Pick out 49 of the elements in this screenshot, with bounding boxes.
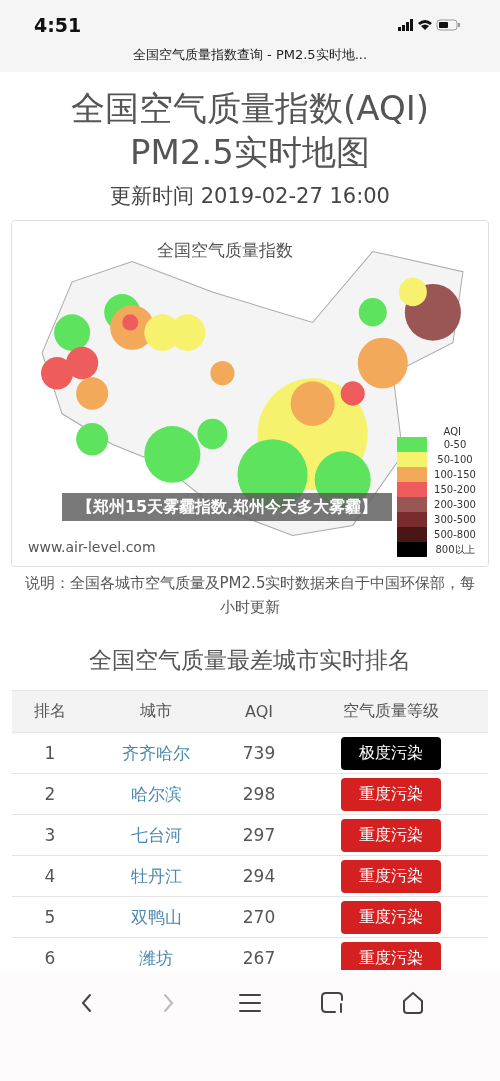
rank-cell-text: 6	[43, 948, 57, 968]
rank-cell-text: 3	[43, 825, 57, 845]
tabs-button[interactable]	[318, 990, 345, 1016]
legend-title: AQI	[443, 426, 461, 437]
grade-badge: 重度污染	[341, 777, 441, 811]
grade-badge: 极度污染	[341, 736, 441, 770]
clock-time: 4:51	[34, 14, 82, 36]
city-link[interactable]: 牡丹江	[130, 865, 182, 886]
aqi-cell-text: 294	[241, 866, 277, 886]
city-link[interactable]: 双鸭山	[130, 906, 182, 927]
aqi-cell-text: 267	[241, 948, 277, 968]
aqi-cell-text: 298	[241, 784, 277, 804]
column-header: 城市	[139, 701, 173, 722]
rank-cell-text: 4	[43, 866, 57, 886]
column-header: 空气质量等级	[342, 701, 440, 722]
grade-badge: 重度污染	[341, 818, 441, 852]
legend-label: 150-200	[433, 484, 477, 495]
ranking-title: 全国空气质量最差城市实时排名	[89, 646, 411, 675]
signal-wifi-battery-icon	[398, 18, 460, 32]
legend-label: 200-300	[433, 499, 477, 510]
tabs-icon	[318, 990, 345, 1016]
aqi-cell-text: 739	[241, 743, 277, 763]
map-title: 全国空气质量指数	[157, 239, 293, 262]
column-header: 排名	[33, 701, 67, 722]
legend-label: 300-500	[433, 514, 477, 525]
rank-cell-text: 5	[43, 907, 57, 927]
city-link[interactable]: 齐齐哈尔	[122, 742, 190, 763]
rank-cell-text: 1	[43, 743, 57, 763]
legend-label: 800以上	[434, 542, 476, 557]
aqi-cell-text: 270	[241, 907, 277, 927]
update-time: 更新时间 2019-02-27 16:00	[110, 183, 390, 210]
legend-label: 0-50	[442, 439, 468, 450]
column-header: AQI	[244, 702, 274, 721]
grade-badge: 重度污染	[341, 941, 441, 970]
city-link[interactable]: 哈尔滨	[130, 783, 182, 804]
note-text: 说明：全国各城市空气质量及PM2.5实时数据来自于中国环保部，每小时更新	[23, 573, 477, 618]
caption-overlay: 【郑州15天雾霾指数,郑州今天多大雾霾】	[62, 493, 392, 521]
aqi-cell-text: 297	[241, 825, 277, 845]
city-link[interactable]: 七台河	[130, 824, 182, 845]
legend-label: 50-100	[436, 454, 474, 465]
legend-label: 500-800	[433, 529, 477, 540]
rank-cell-text: 2	[43, 784, 57, 804]
city-link[interactable]: 潍坊	[139, 947, 173, 968]
source-url: www.air-level.com	[28, 539, 156, 555]
page-heading: 全国空气质量指数(AQI) PM2.5实时地图	[71, 87, 429, 174]
grade-badge: 重度污染	[341, 859, 441, 893]
legend-label: 100-150	[433, 469, 477, 480]
page-title: 全国空气质量指数查询 - PM2.5实时地...	[0, 44, 500, 72]
grade-badge: 重度污染	[341, 900, 441, 934]
